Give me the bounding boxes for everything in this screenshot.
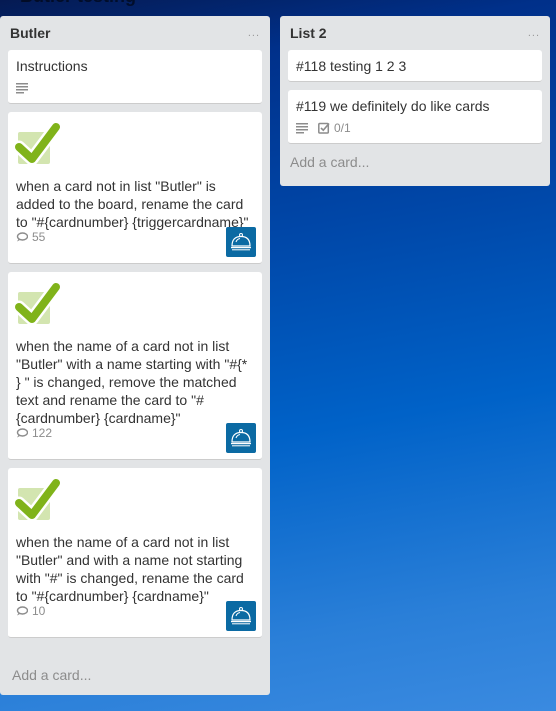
butler-bell-icon (231, 233, 251, 251)
check-icon (12, 280, 63, 327)
checklist-count: 0/1 (334, 121, 351, 135)
card-title: #118 testing 1 2 3 (296, 58, 407, 74)
comments-badge: 55 (16, 228, 45, 246)
board-title: Butler testing (20, 0, 136, 7)
comment-icon (16, 606, 28, 616)
comment-count: 122 (32, 426, 53, 440)
rule-text: when a card not in list "Butler" is adde… (16, 178, 249, 230)
description-badge (16, 82, 28, 94)
card-badges: 0/1 (296, 119, 534, 137)
description-icon (16, 82, 28, 93)
card-badges: 122 (16, 426, 254, 453)
butler-bell-icon (231, 429, 251, 447)
checklist-badge: 0/1 (318, 119, 351, 137)
comment-icon (16, 232, 28, 242)
list-title[interactable]: List 2 (290, 25, 327, 41)
list-menu-button[interactable]: ... (528, 27, 540, 39)
card-118[interactable]: #118 testing 1 2 3 (288, 50, 542, 82)
card-title: Instructions (16, 58, 88, 74)
comment-count: 55 (32, 230, 46, 244)
list-menu-button[interactable]: ... (248, 27, 260, 39)
card-119[interactable]: #119 we definitely do like cards 0/1 (288, 90, 542, 144)
description-badge (296, 122, 308, 134)
check-icon (12, 120, 63, 167)
card-badges (16, 79, 254, 97)
rule-card[interactable]: when the name of a card not in list "But… (8, 272, 262, 460)
card-badges: 55 (16, 230, 254, 257)
butler-button[interactable] (226, 601, 256, 631)
list-header: Butler ... (8, 16, 262, 50)
butler-bell-icon (231, 607, 251, 625)
comments-badge: 122 (16, 424, 52, 442)
card-badges: 10 (16, 604, 254, 631)
comments-badge: 10 (16, 602, 45, 620)
comment-icon (16, 428, 28, 438)
check-icon (12, 476, 63, 523)
rule-card[interactable]: when the name of a card not in list "But… (8, 468, 262, 638)
comment-count: 10 (32, 604, 46, 618)
butler-button[interactable] (226, 227, 256, 257)
card-title: #119 we definitely do like cards (296, 98, 490, 114)
list-2: List 2 ... #118 testing 1 2 3 #119 we de… (280, 16, 550, 186)
butler-button[interactable] (226, 423, 256, 453)
card-instructions[interactable]: Instructions (8, 50, 262, 104)
rule-text: when the name of a card not in list "But… (16, 338, 248, 426)
list-header: List 2 ... (288, 16, 542, 50)
add-card-button[interactable]: Add a card... (288, 150, 542, 174)
description-icon (296, 122, 308, 133)
list-butler: Butler ... Instructions when a card not … (0, 16, 270, 695)
rule-text: when the name of a card not in list "But… (16, 534, 244, 604)
add-card-button[interactable]: Add a card... (10, 663, 93, 687)
list-title[interactable]: Butler (10, 25, 50, 41)
rule-card[interactable]: when a card not in list "Butler" is adde… (8, 112, 262, 264)
checklist-icon (318, 122, 330, 134)
